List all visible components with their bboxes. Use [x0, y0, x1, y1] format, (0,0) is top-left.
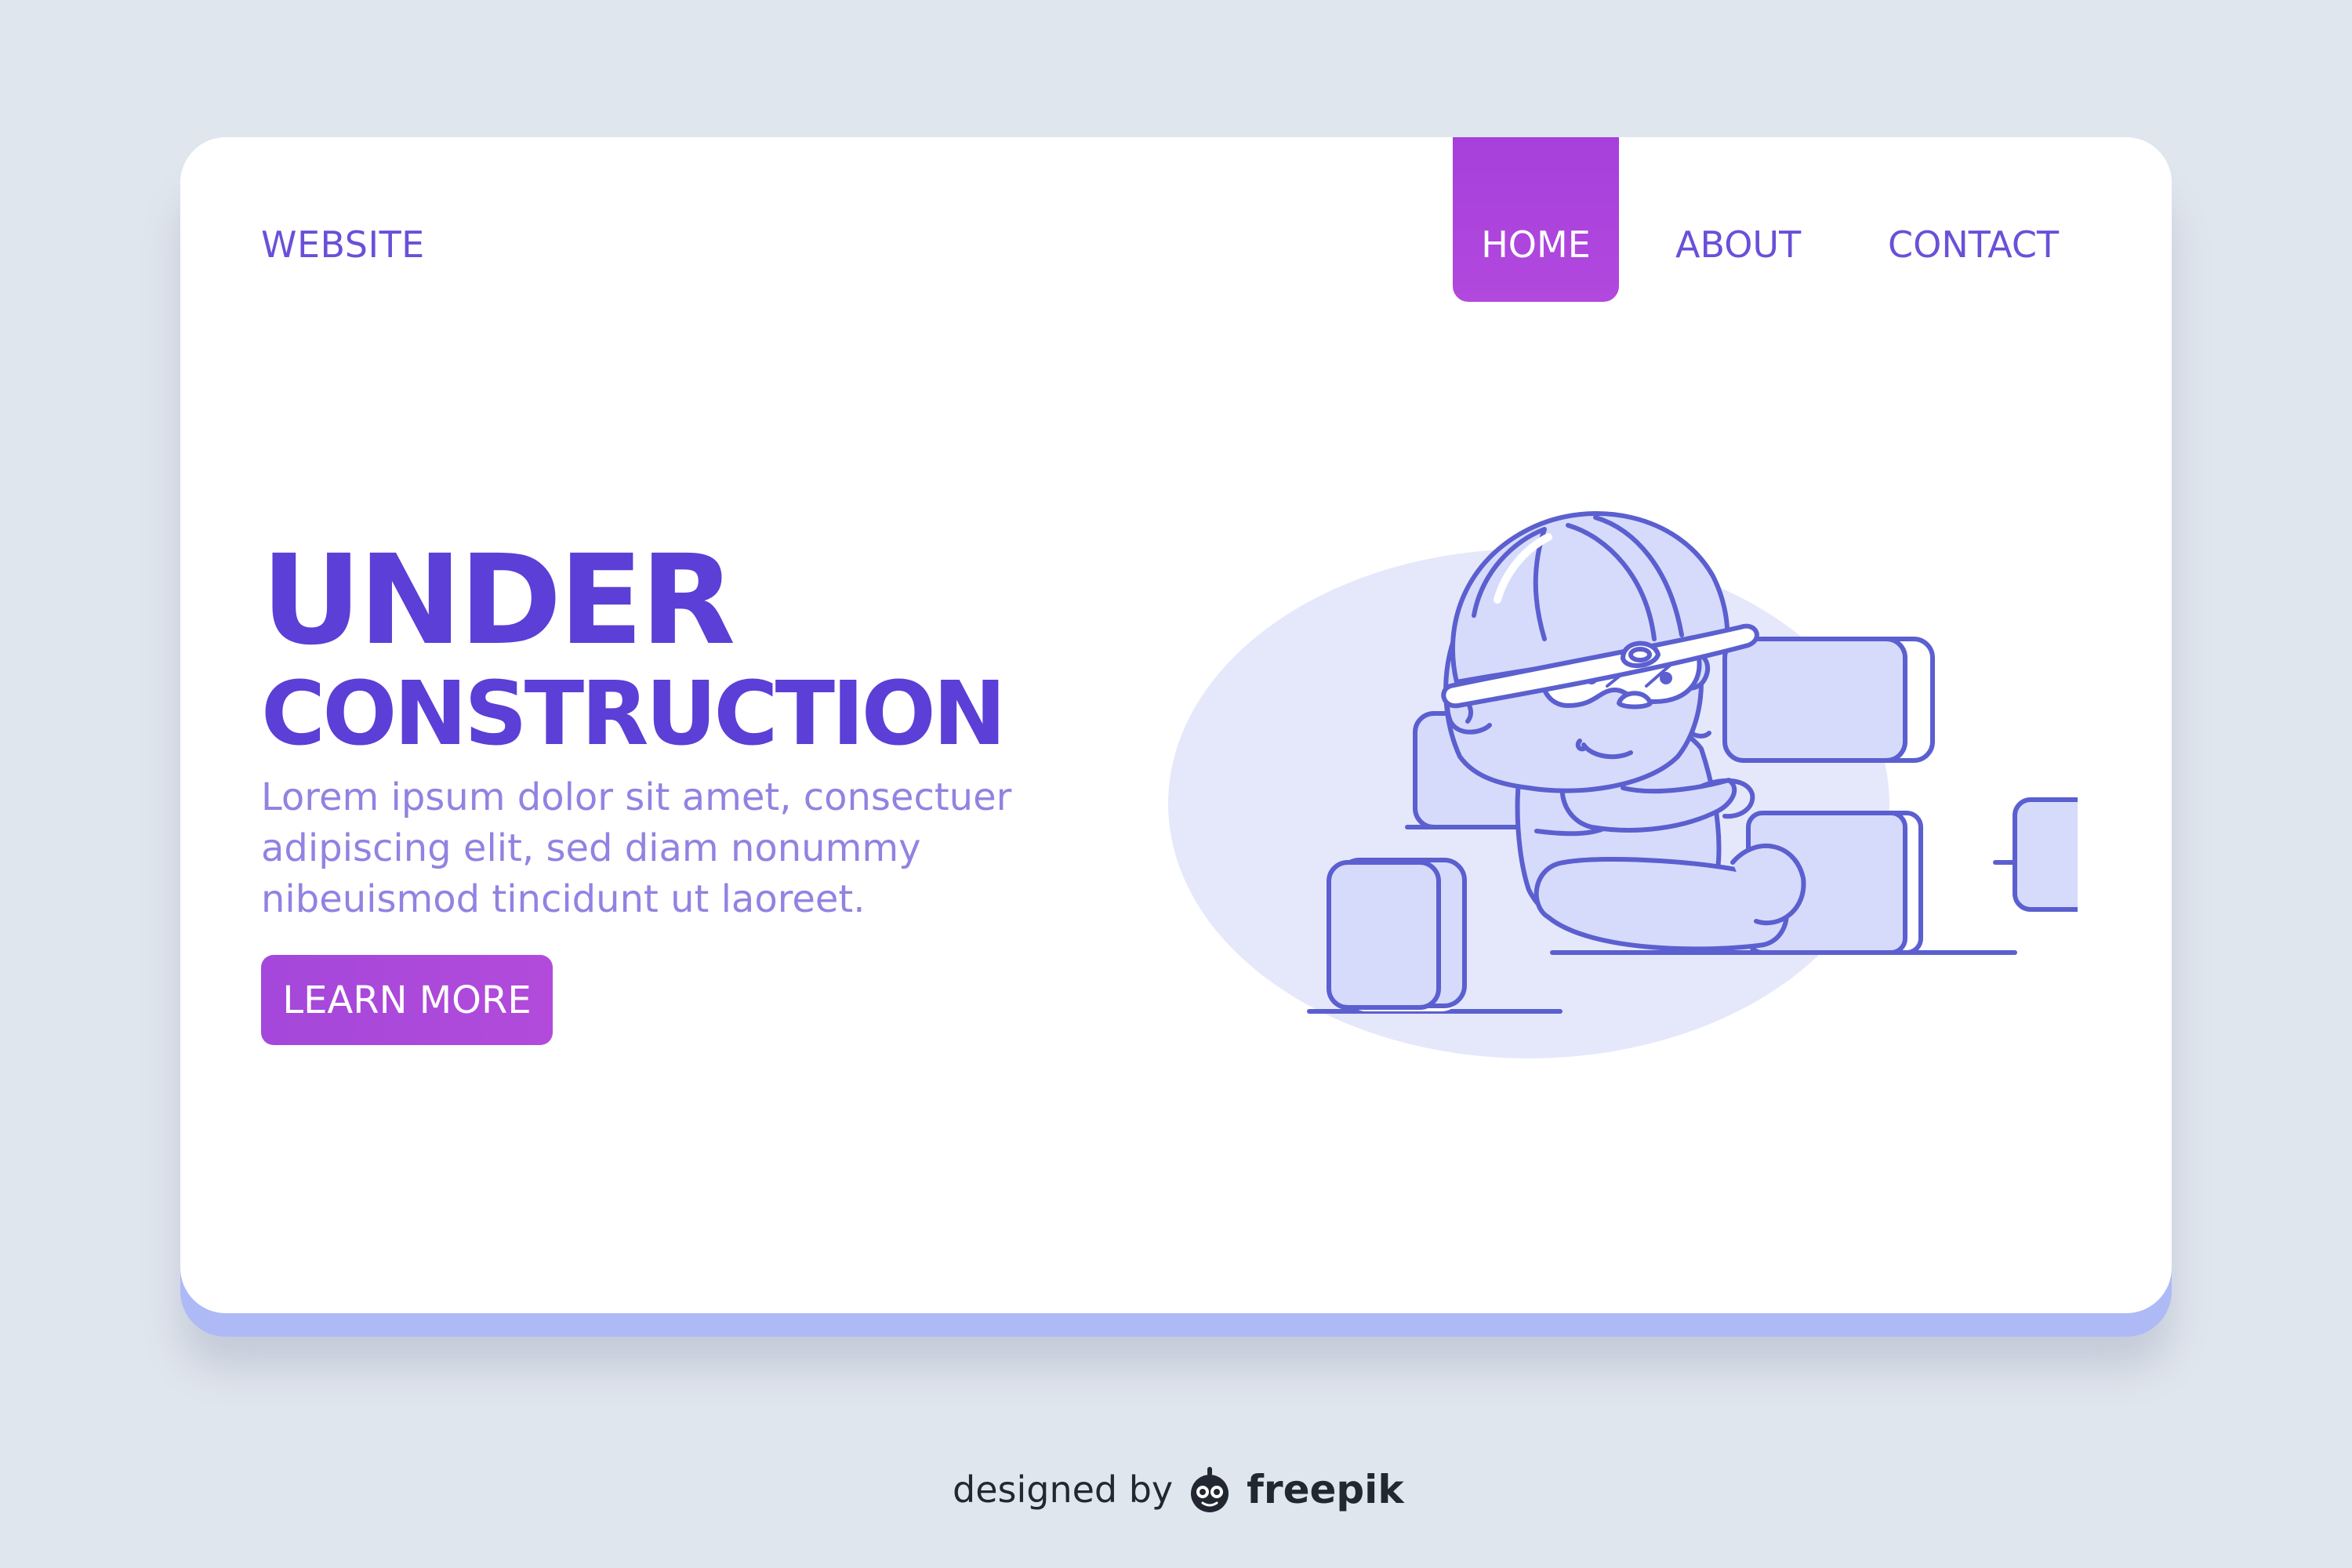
brand-logo[interactable]: WEBSITE	[261, 223, 425, 266]
baby-construction-worker-illustration	[1168, 511, 2078, 1058]
landing-card: WEBSITE HOME ABOUT CONTACT UNDER CONSTRU…	[180, 137, 2172, 1313]
block-left-front	[1327, 858, 1467, 1011]
learn-more-button[interactable]: LEARN MORE	[261, 955, 553, 1045]
hero-description-line: nibeuismod tincidunt ut laoreet.	[261, 877, 866, 921]
hero-description: Lorem ipsum dolor sit amet, consectuer a…	[261, 772, 1045, 925]
hero-title: UNDER CONSTRUCTION	[261, 528, 1007, 765]
credit-prefix: designed by	[953, 1468, 1174, 1511]
credit-brand[interactable]: freepik	[1247, 1467, 1403, 1512]
nav-contact[interactable]: CONTACT	[1888, 223, 2059, 266]
hero-description-line: adipiscing elit, sed diam nonummy	[261, 826, 921, 870]
hero-description-line: Lorem ipsum dolor sit amet, consectuer	[261, 775, 1012, 819]
block-right-top	[1722, 637, 1935, 763]
nav-about[interactable]: ABOUT	[1675, 223, 1801, 266]
nav-home[interactable]: HOME	[1453, 137, 1619, 302]
block-far-right	[2013, 797, 2078, 912]
hero-title-line1: UNDER	[261, 528, 735, 673]
hero-title-line2: CONSTRUCTION	[261, 663, 1007, 765]
credit-footer: designed by freepik	[953, 1462, 1423, 1517]
freepik-logo-icon	[1191, 1467, 1229, 1512]
